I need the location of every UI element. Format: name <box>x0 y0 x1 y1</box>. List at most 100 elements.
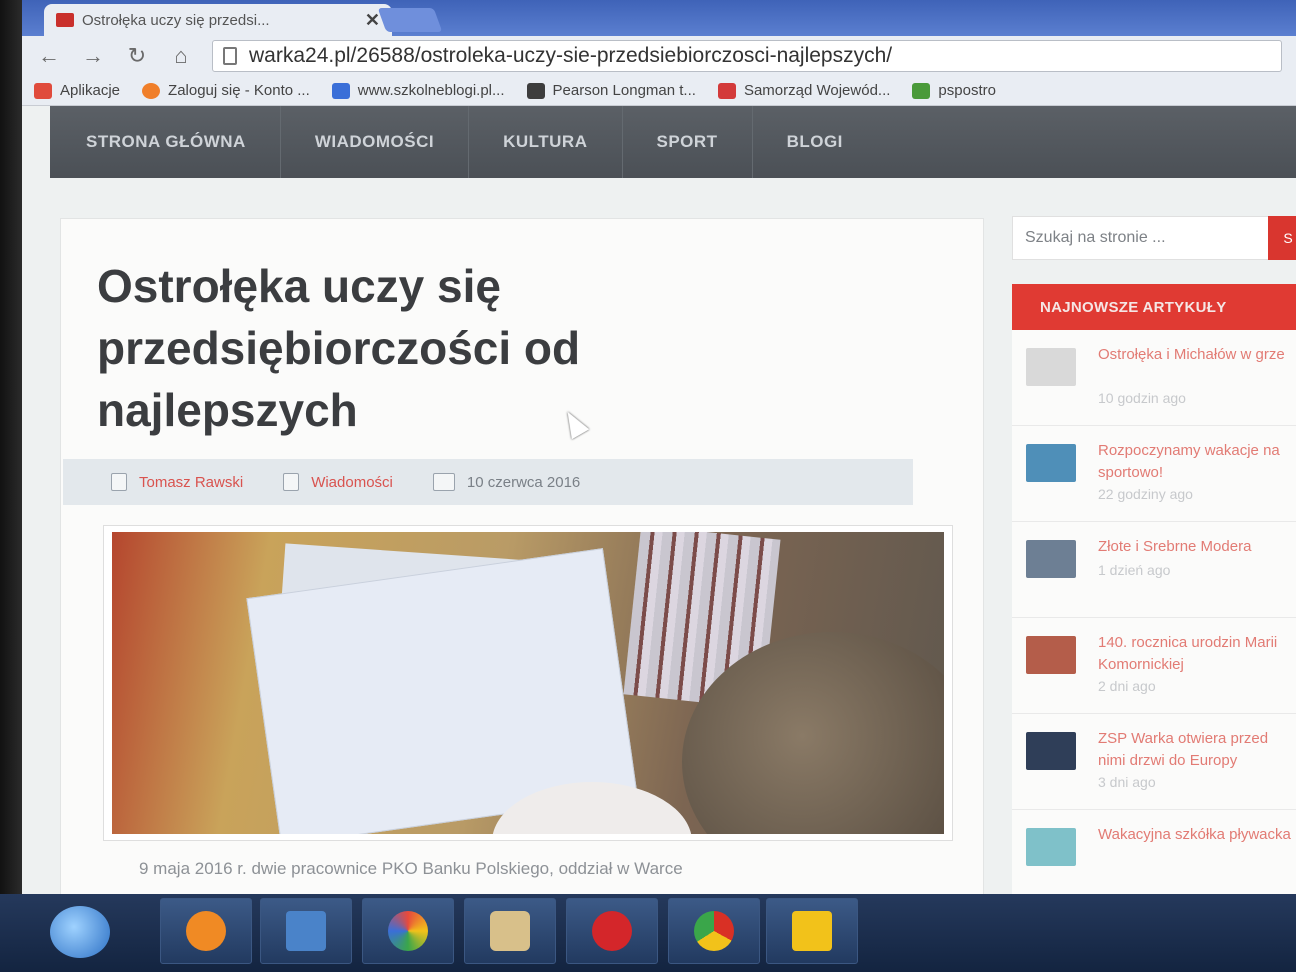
bookmark-label: Zaloguj się - Konto ... <box>168 82 310 99</box>
warning-icon <box>792 911 832 951</box>
browser-toolbar: ← → ↻ ⌂ warka24.pl/26588/ostroleka-uczy-… <box>22 36 1296 76</box>
bookmark-label: www.szkolneblogi.pl... <box>357 82 505 99</box>
tab-title: Ostrołęka uczy się przedsi... <box>82 11 270 29</box>
photos-icon <box>388 911 428 951</box>
nav-item-blogs[interactable]: BLOGI <box>753 106 877 178</box>
nav-item-sport[interactable]: SPORT <box>623 106 753 178</box>
article-thumbnail[interactable] <box>1026 732 1076 770</box>
calendar-icon <box>432 473 455 491</box>
back-icon[interactable]: ← <box>36 43 62 69</box>
article: Ostrołęka uczy się przedsiębiorczości od… <box>60 218 984 938</box>
latest-articles: NAJNOWSZE ARTYKUŁY Ostrołęka i Michałów … <box>1012 284 1296 934</box>
latest-article-title[interactable]: Ostrołęka i Michałów w grze <box>1098 344 1296 366</box>
forward-icon[interactable]: → <box>80 43 106 69</box>
nav-item-home[interactable]: STRONA GŁÓWNA <box>86 106 281 178</box>
chrome-icon <box>694 911 734 951</box>
apps-icon <box>34 82 52 99</box>
reload-icon[interactable]: ↻ <box>124 43 150 69</box>
latest-article-time: 1 dzień ago <box>1098 562 1171 578</box>
bookmark-item[interactable]: pspostro <box>912 82 996 99</box>
latest-article-title[interactable]: ZSP Warka otwiera przed nimi drzwi do Eu… <box>1098 728 1296 772</box>
search-box <box>1012 216 1278 260</box>
bookmark-favicon-icon <box>717 82 736 99</box>
latest-article-title[interactable]: Wakacyjna szkółka pływacka <box>1098 824 1296 846</box>
latest-article-title[interactable]: 140. rocznica urodzin Marii Komornickiej <box>1098 632 1296 676</box>
latest-article-item[interactable]: Złote i Srebrne Modera 1 dzień ago <box>1012 522 1296 618</box>
search-input[interactable] <box>1025 229 1265 247</box>
article-author[interactable]: Tomasz Rawski <box>139 474 243 491</box>
latest-article-time: 3 dni ago <box>1098 774 1156 790</box>
bookmark-item[interactable]: Zaloguj się - Konto ... <box>142 82 310 99</box>
latest-article-time: 22 godziny ago <box>1098 486 1193 502</box>
article-meta: Tomasz Rawski Wiadomości 10 czerwca 2016 <box>63 459 913 505</box>
latest-article-time: 2 dni ago <box>1098 678 1156 694</box>
date-meta: 10 czerwca 2016 <box>432 473 581 491</box>
bookmarks-bar: Aplikacje Zaloguj się - Konto ... www.sz… <box>22 76 1296 106</box>
bookmark-label: Samorząd Wojewód... <box>743 82 891 99</box>
article-image <box>103 525 953 841</box>
taskbar <box>0 894 1296 972</box>
tab-favicon-icon <box>56 13 74 27</box>
article-category[interactable]: Wiadomości <box>311 474 393 491</box>
browser-window: Ostrołęka uczy się przedsi... ✕ ← → ↻ ⌂ … <box>22 0 1296 972</box>
taskbar-paint[interactable] <box>464 898 556 964</box>
page-icon <box>223 47 237 65</box>
article-date: 10 czerwca 2016 <box>466 473 581 491</box>
latest-article-item[interactable]: ZSP Warka otwiera przed nimi drzwi do Eu… <box>1012 714 1296 810</box>
taskbar-file-explorer[interactable] <box>260 898 352 964</box>
opera-icon <box>592 911 632 951</box>
taskbar-warning[interactable] <box>766 898 858 964</box>
bookmark-item[interactable]: Aplikacje <box>34 82 120 99</box>
monitor-bezel <box>0 0 22 972</box>
folder-icon <box>286 911 326 951</box>
category-meta: Wiadomości <box>283 473 393 491</box>
article-thumbnail[interactable] <box>1026 348 1076 386</box>
author-meta: Tomasz Rawski <box>111 473 243 491</box>
latest-heading: NAJNOWSZE ARTYKUŁY <box>1012 284 1296 330</box>
tab-strip: Ostrołęka uczy się przedsi... ✕ <box>22 0 1296 36</box>
latest-article-time: 10 godzin ago <box>1098 390 1186 406</box>
url-text[interactable]: warka24.pl/26588/ostroleka-uczy-sie-prze… <box>249 44 892 68</box>
nav-item-news[interactable]: WIADOMOŚCI <box>281 106 470 178</box>
bookmark-favicon-icon <box>142 82 161 99</box>
article-title: Ostrołęka uczy się przedsiębiorczości od… <box>97 260 581 436</box>
article-body: 9 maja 2016 r. dwie pracownice PKO Banku… <box>139 859 683 878</box>
article-photo <box>112 532 944 834</box>
bookmark-item[interactable]: Pearson Longman t... <box>526 82 696 99</box>
article-thumbnail[interactable] <box>1026 828 1076 866</box>
taskbar-media-player[interactable] <box>160 898 252 964</box>
latest-article-title[interactable]: Rozpoczynamy wakacje na sportowo! <box>1098 440 1296 484</box>
article-thumbnail[interactable] <box>1026 540 1076 578</box>
paint-icon <box>490 911 530 951</box>
bookmark-item[interactable]: Samorząd Wojewód... <box>717 82 891 99</box>
bookmark-favicon-icon <box>912 82 931 99</box>
latest-article-item[interactable]: Rozpoczynamy wakacje na sportowo! 22 god… <box>1012 426 1296 522</box>
bookmark-label: Pearson Longman t... <box>552 82 696 99</box>
latest-article-item[interactable]: 140. rocznica urodzin Marii Komornickiej… <box>1012 618 1296 714</box>
close-tab-icon[interactable]: ✕ <box>365 10 380 31</box>
latest-article-item[interactable]: Wakacyjna szkółka pływacka <box>1012 810 1296 906</box>
bookmark-favicon-icon <box>331 82 350 99</box>
taskbar-photos[interactable] <box>362 898 454 964</box>
taskbar-opera[interactable] <box>566 898 658 964</box>
taskbar-chrome[interactable] <box>668 898 760 964</box>
new-tab-button[interactable] <box>377 8 443 32</box>
user-icon <box>111 473 127 491</box>
latest-article-title[interactable]: Złote i Srebrne Modera <box>1098 536 1296 558</box>
latest-article-item[interactable]: Ostrołęka i Michałów w grze 10 godzin ag… <box>1012 330 1296 426</box>
media-player-icon <box>186 911 226 951</box>
site-navigation: STRONA GŁÓWNA WIADOMOŚCI KULTURA SPORT B… <box>50 106 1296 178</box>
start-button[interactable] <box>50 906 110 958</box>
article-thumbnail[interactable] <box>1026 444 1076 482</box>
article-thumbnail[interactable] <box>1026 636 1076 674</box>
bookmark-favicon-icon <box>526 82 545 99</box>
search-button[interactable]: S <box>1268 216 1296 260</box>
bookmark-item[interactable]: www.szkolneblogi.pl... <box>331 82 505 99</box>
address-bar[interactable]: warka24.pl/26588/ostroleka-uczy-sie-prze… <box>212 40 1282 72</box>
browser-tab[interactable]: Ostrołęka uczy się przedsi... ✕ <box>44 4 392 36</box>
folder-icon <box>283 473 300 491</box>
home-icon[interactable]: ⌂ <box>168 43 194 69</box>
bookmark-label: pspostro <box>938 82 996 99</box>
bookmark-label: Aplikacje <box>60 82 121 99</box>
nav-item-culture[interactable]: KULTURA <box>469 106 623 178</box>
